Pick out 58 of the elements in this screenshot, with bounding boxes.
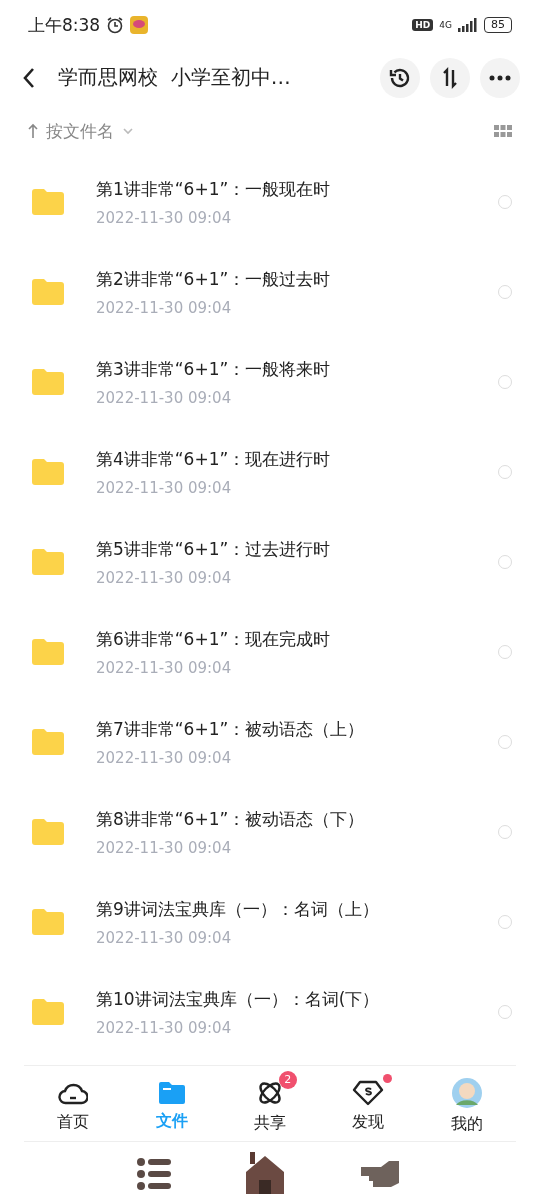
folder-icon: [32, 459, 64, 485]
nav-tab[interactable]: 我的: [417, 1068, 517, 1139]
file-name[interactable]: 第1讲非常“6+1”：一般现在时: [96, 177, 498, 201]
count-badge: 2: [278, 1071, 297, 1089]
file-name[interactable]: 第2讲非常“6+1”：一般过去时: [96, 267, 498, 291]
file-date: 2022-11-30 09:04: [96, 298, 233, 317]
more-icon: [489, 74, 511, 81]
folder-icon: [32, 549, 64, 575]
nav-tab[interactable]: 共享 2: [220, 1069, 320, 1138]
clock-time: 上午8:38: [28, 13, 101, 37]
file-date: 2022-11-30 09:04: [96, 568, 233, 587]
menu-icon[interactable]: [136, 1158, 171, 1190]
file-date: 2022-11-30 09:04: [96, 928, 233, 947]
file-date: 2022-11-30 09:04: [96, 1018, 233, 1037]
battery-level: 85: [484, 17, 512, 33]
folder-icon: [32, 189, 64, 215]
back-icon[interactable]: [22, 66, 36, 89]
folder-icon: [32, 369, 64, 395]
nav-tab[interactable]: 发现: [319, 1070, 418, 1137]
file-date: 2022-11-30 09:04: [96, 478, 233, 497]
sort-button[interactable]: [430, 57, 470, 98]
folder-icon: [32, 909, 64, 935]
avatar-icon: [451, 1078, 482, 1108]
file-name[interactable]: 第5讲非常“6+1”：过去进行时: [96, 537, 498, 561]
file-name[interactable]: 第3讲非常“6+1”：一般将来时: [96, 357, 498, 381]
history-button[interactable]: [380, 57, 420, 98]
atom-icon: [256, 1079, 284, 1107]
file-name[interactable]: 第9讲词法宝典库（一）：名词（上）: [96, 897, 498, 921]
file-name[interactable]: 第7讲非常“6+1”：被动语态（上）: [96, 717, 498, 741]
file-name[interactable]: 第10讲词法宝典库（一）：名词(下）: [96, 987, 498, 1011]
alarm-icon: [106, 16, 125, 34]
file-name[interactable]: 第8讲非常“6+1”：被动语态（下）: [96, 807, 498, 831]
grid-view-icon[interactable]: [494, 125, 512, 137]
folder-title: 学而思网校 小学至初中…: [58, 64, 292, 91]
nav-tab[interactable]: 首页: [24, 1070, 123, 1137]
folder-icon: [32, 819, 64, 845]
up-arrow-icon: [28, 123, 38, 139]
folder-icon: [32, 279, 64, 305]
app-icon: [130, 16, 149, 34]
folder-icon: [157, 1081, 186, 1105]
file-date: 2022-11-30 09:04: [96, 748, 233, 767]
sort-label[interactable]: 按文件名: [46, 119, 114, 143]
file-date: 2022-11-30 09:04: [96, 208, 233, 227]
folder-icon: [32, 639, 64, 665]
chevron-icon[interactable]: [122, 127, 134, 135]
file-date: 2022-11-30 09:04: [96, 658, 233, 677]
house-icon[interactable]: [244, 1152, 286, 1196]
file-name[interactable]: 第6讲非常“6+1”：现在完成时: [96, 627, 498, 651]
file-date: 2022-11-30 09:04: [96, 838, 233, 857]
file-name[interactable]: 第4讲非常“6+1”：现在进行时: [96, 447, 498, 471]
folder-icon: [32, 999, 64, 1025]
signal-icon: [458, 18, 478, 32]
folder-icon: [32, 729, 64, 755]
file-date: 2022-11-30 09:04: [96, 388, 233, 407]
diamond-icon: [352, 1080, 385, 1106]
network-type: 4G: [439, 20, 452, 30]
more-button[interactable]: [480, 57, 520, 98]
hd-indicator: HD: [412, 19, 434, 31]
